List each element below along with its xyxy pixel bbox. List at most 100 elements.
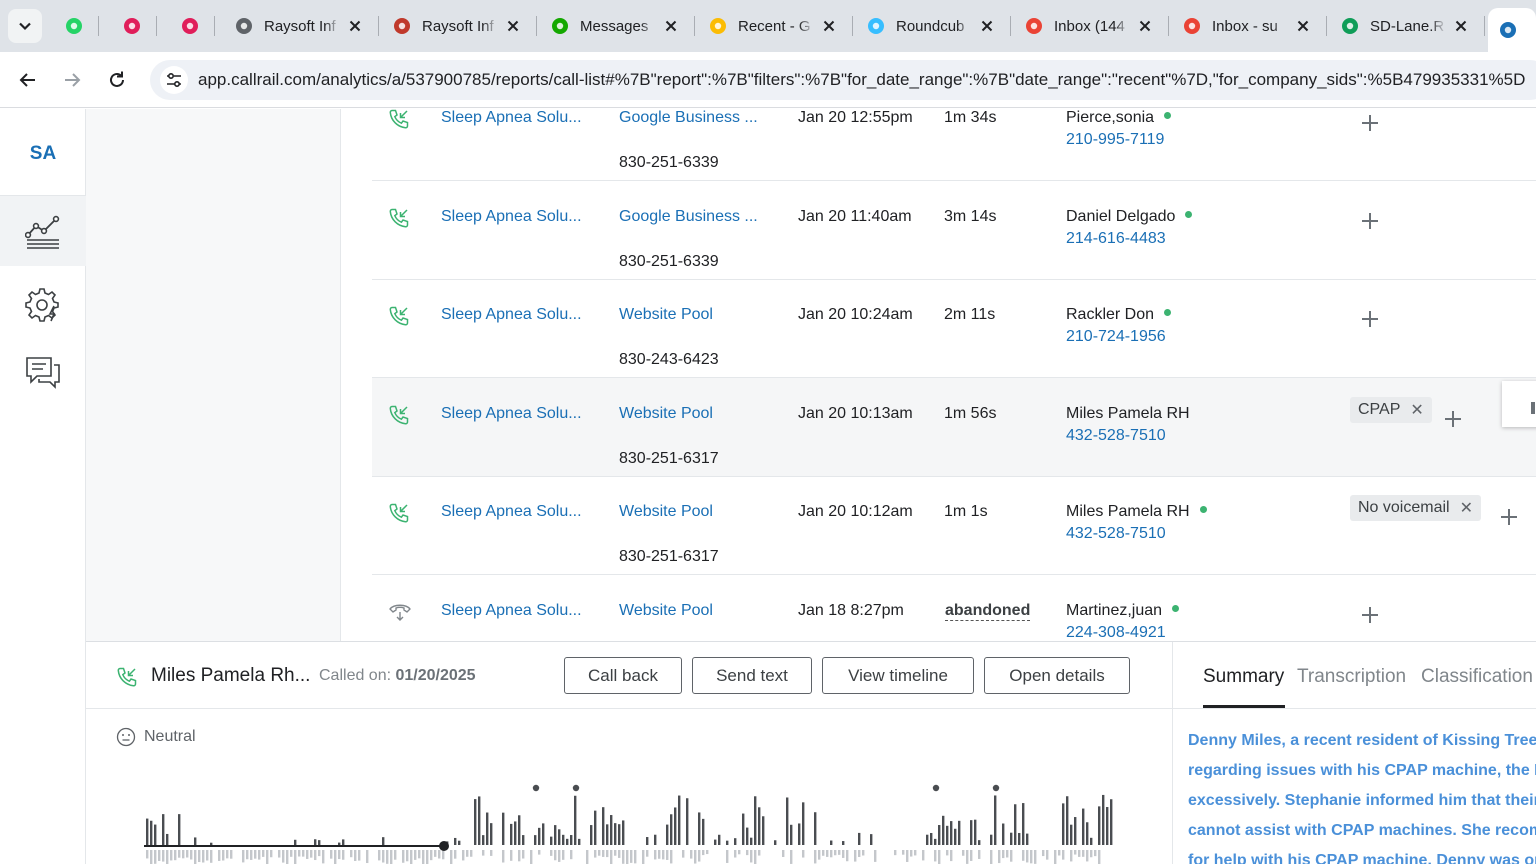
waveform-bar-caller: [318, 850, 321, 857]
caller-phone-link[interactable]: 432-528-7510: [1066, 427, 1166, 445]
caller-phone-link[interactable]: 224-308-4921: [1066, 624, 1166, 641]
source-link[interactable]: Google Business ...: [619, 208, 758, 226]
sidebar-item-analytics[interactable]: [0, 196, 86, 266]
close-tab-icon[interactable]: [1294, 17, 1312, 35]
close-tab-icon[interactable]: [346, 17, 364, 35]
close-tab-icon[interactable]: [1452, 17, 1470, 35]
company-link[interactable]: Sleep Apnea Solu...: [441, 602, 582, 620]
waveform-marker[interactable]: [992, 784, 1000, 792]
playback-scrubber-handle[interactable]: [439, 841, 449, 851]
caller-phone-link[interactable]: 432-528-7510: [1066, 525, 1166, 543]
browser-tab[interactable]: Inbox - su: [1172, 8, 1322, 44]
waveform-bar-caller: [690, 850, 693, 859]
remove-tag-icon[interactable]: ✕: [1460, 498, 1473, 518]
waveform-bar-caller: [914, 850, 917, 856]
waveform-bar-caller: [354, 850, 357, 861]
source-link[interactable]: Website Pool: [619, 405, 713, 423]
waveform-bar-caller: [966, 850, 969, 864]
view-timeline-button[interactable]: View timeline: [822, 657, 974, 694]
waveform-bar-caller: [466, 850, 469, 857]
waveform-bar-agent: [670, 814, 673, 845]
source-link[interactable]: Google Business ...: [619, 109, 758, 127]
add-tag-icon[interactable]: [1361, 212, 1379, 230]
call-row[interactable]: Sleep Apnea Solu... Website Pool 830-251-6…: [372, 378, 1536, 477]
tab-transcription[interactable]: Transcription: [1297, 666, 1406, 688]
back-button[interactable]: [12, 64, 44, 96]
browser-tab[interactable]: [170, 8, 210, 44]
account-initials[interactable]: SA: [0, 143, 86, 165]
close-tab-icon[interactable]: [662, 17, 680, 35]
company-link[interactable]: Sleep Apnea Solu...: [441, 208, 582, 226]
browser-tab-strip: Raysoft Inf Raysoft Inf Messages Recent - G…: [0, 0, 1536, 52]
waveform-bar-agent: [1098, 806, 1101, 845]
call-row[interactable]: Sleep Apnea Solu... Google Business ... 83…: [372, 181, 1536, 280]
abandoned-label[interactable]: abandoned: [945, 602, 1031, 621]
company-link[interactable]: Sleep Apnea Solu...: [441, 306, 582, 324]
tab-classification[interactable]: Classification: [1421, 666, 1533, 688]
remove-tag-icon[interactable]: ✕: [1410, 400, 1423, 420]
company-link[interactable]: Sleep Apnea Solu...: [441, 109, 582, 127]
call-row[interactable]: Sleep Apnea Solu... Website Pool Jan 18 8:…: [372, 575, 1536, 641]
send-text-button[interactable]: Send text: [692, 657, 812, 694]
waveform-bar-agent: [870, 834, 873, 845]
waveform-bar-caller: [190, 850, 193, 860]
tab-search-button[interactable]: [8, 9, 42, 43]
close-tab-icon[interactable]: [978, 17, 996, 35]
company-link[interactable]: Sleep Apnea Solu...: [441, 503, 582, 521]
add-tag-icon[interactable]: [1361, 606, 1379, 624]
waveform-marker[interactable]: [932, 784, 940, 792]
add-tag-icon[interactable]: [1500, 508, 1518, 526]
waveform-bar-caller: [322, 850, 325, 864]
forward-button[interactable]: [56, 64, 88, 96]
waveform-marker[interactable]: [572, 784, 580, 792]
audio-waveform[interactable]: [144, 780, 1114, 864]
site-info-button[interactable]: [160, 66, 188, 94]
browser-tab[interactable]: Messages: [540, 8, 690, 44]
sidebar-item-settings[interactable]: [0, 269, 86, 339]
caller-phone-link[interactable]: 210-724-1956: [1066, 328, 1166, 346]
add-tag-icon[interactable]: [1361, 310, 1379, 328]
add-tag-icon[interactable]: [1444, 410, 1462, 428]
source-link[interactable]: Website Pool: [619, 602, 713, 620]
browser-tab[interactable]: Raysoft Inf: [382, 8, 532, 44]
caller-phone-link[interactable]: 210-995-7119: [1066, 131, 1164, 149]
browser-tab[interactable]: SD-Lane.R: [1330, 8, 1480, 44]
sidebar-item-conversations[interactable]: [0, 337, 86, 407]
caller-phone-link[interactable]: 214-616-4483: [1066, 230, 1166, 248]
browser-tab[interactable]: C: [1488, 8, 1536, 52]
close-tab-icon[interactable]: [1136, 17, 1154, 35]
close-tab-icon[interactable]: [504, 17, 522, 35]
waveform-bar-agent: [458, 840, 461, 845]
browser-tab[interactable]: [54, 8, 94, 44]
waveform-bar-agent: [678, 795, 681, 845]
waveform-bar-agent: [502, 812, 505, 845]
open-details-button[interactable]: Open details: [984, 657, 1130, 694]
waveform-bar-caller: [838, 850, 841, 855]
call-tag-chip: CPAP ✕: [1350, 397, 1432, 423]
call-row[interactable]: Sleep Apnea Solu... Website Pool 830-243-6…: [372, 279, 1536, 378]
tab-summary[interactable]: Summary: [1203, 666, 1284, 688]
waveform-bar-caller: [666, 850, 669, 860]
call-back-button[interactable]: Call back: [564, 657, 682, 694]
add-tag-icon[interactable]: [1361, 114, 1379, 132]
waveform-bar-agent: [734, 838, 737, 845]
reload-button[interactable]: [101, 64, 133, 96]
source-link[interactable]: Website Pool: [619, 306, 713, 324]
thumbs-up-icon[interactable]: [1528, 391, 1536, 417]
browser-tab[interactable]: [112, 8, 152, 44]
browser-tab[interactable]: Raysoft Inf: [224, 8, 374, 44]
waveform-marker[interactable]: [532, 784, 540, 792]
company-link[interactable]: Sleep Apnea Solu...: [441, 405, 582, 423]
call-row[interactable]: Sleep Apnea Solu... Google Business ... 83…: [372, 109, 1536, 181]
close-tab-icon[interactable]: [820, 17, 838, 35]
browser-tab[interactable]: Recent - G: [698, 8, 848, 44]
waveform-bar-agent: [958, 820, 961, 845]
browser-tab[interactable]: Inbox (144: [1014, 8, 1164, 44]
waveform-bar-caller: [278, 850, 281, 858]
call-row[interactable]: Sleep Apnea Solu... Website Pool 830-251-6…: [372, 476, 1536, 575]
browser-tab[interactable]: Roundcub: [856, 8, 1006, 44]
address-bar[interactable]: app.callrail.com/analytics/a/537900785/r…: [150, 60, 1536, 100]
waveform-bar-caller: [1006, 850, 1009, 858]
source-link[interactable]: Website Pool: [619, 503, 713, 521]
browser-tab-title: Roundcub: [896, 17, 965, 35]
